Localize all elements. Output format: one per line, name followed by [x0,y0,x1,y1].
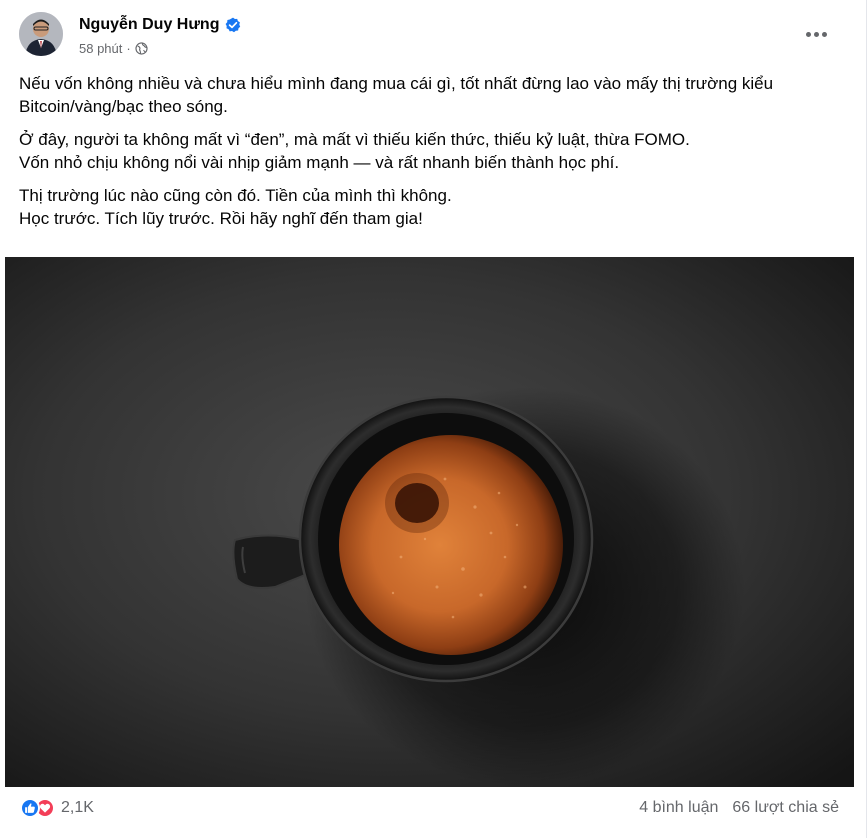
post-timestamp[interactable]: 58 phút [79,41,122,56]
meta-separator: · [126,41,131,56]
paragraph-3: Thị trường lúc nào cũng còn đó. Tiền của… [19,184,849,230]
author-avatar[interactable] [19,12,63,56]
post-header: Nguyễn Duy Hưng 58 phút · [0,0,867,64]
like-reaction-icon [20,798,40,818]
globe-icon[interactable] [135,42,148,55]
avatar-photo [19,12,63,56]
author-line: Nguyễn Duy Hưng [79,16,241,34]
shares-count[interactable]: 66 lượt chia sẻ [732,799,839,817]
reactions-summary[interactable]: 2,1K [20,798,94,818]
paragraph-2: Ở đây, người ta không mất vì “đen”, mà m… [19,128,849,174]
facebook-post: Nguyễn Duy Hưng 58 phút · Nếu vốn không … [0,0,867,838]
verified-badge-icon [226,17,241,33]
paragraph-3-line-2: Học trước. Tích lũy trước. Rồi hãy nghĩ … [19,209,423,228]
post-footer: 2,1K 4 bình luận 66 lượt chia sẻ [0,788,867,838]
post-meta: 58 phút · [79,41,148,56]
paragraph-3-line-1: Thị trường lúc nào cũng còn đó. Tiền của… [19,186,452,205]
espresso-cup-image [5,257,854,787]
comments-count[interactable]: 4 bình luận [639,799,718,817]
paragraph-1: Nếu vốn không nhiều và chưa hiểu mình đa… [19,72,849,118]
post-text: Nếu vốn không nhiều và chưa hiểu mình đa… [19,72,849,240]
more-options-icon[interactable] [796,16,836,52]
paragraph-2-line-1: Ở đây, người ta không mất vì “đen”, mà m… [19,130,690,149]
paragraph-2-line-2: Vốn nhỏ chịu không nổi vài nhịp giảm mạn… [19,153,620,172]
paragraph-1-text: Nếu vốn không nhiều và chưa hiểu mình đa… [19,74,774,116]
post-photo[interactable] [5,257,854,787]
author-name[interactable]: Nguyễn Duy Hưng [79,16,219,34]
reaction-count: 2,1K [61,799,94,816]
post-stats: 4 bình luận 66 lượt chia sẻ [639,799,839,817]
